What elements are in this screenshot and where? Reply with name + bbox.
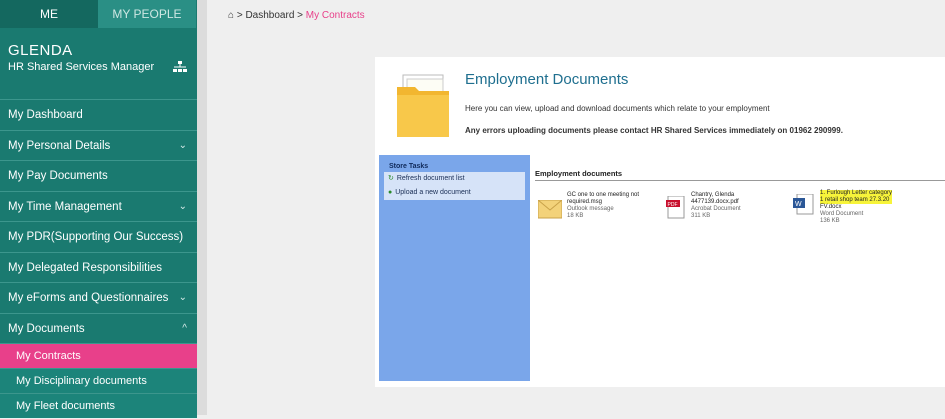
org-chart-icon[interactable] (173, 61, 187, 73)
user-role: HR Shared Services Manager (8, 61, 155, 73)
envelope-icon (538, 200, 562, 219)
sidebar-item-my-pay-documents[interactable]: My Pay Documents (0, 160, 197, 191)
breadcrumb-dashboard[interactable]: Dashboard (245, 10, 294, 21)
sidebar-item-my-time-management[interactable]: My Time Management ⌄ (0, 190, 197, 222)
sidebar-item-my-pdr[interactable]: My PDR(Supporting Our Success) (0, 221, 197, 252)
file-type: Acrobat Document (691, 206, 741, 212)
file-size: 136 KB (820, 218, 840, 224)
sidebar-item-label: My Delegated Responsibilities (8, 261, 163, 274)
error-contact-notice: Any errors uploading documents please co… (465, 126, 843, 135)
file-name: GC one to one meeting not (567, 192, 640, 198)
home-icon[interactable]: ⌂ (228, 10, 234, 21)
sidebar-item-label: My Time Management (8, 200, 122, 213)
sidebar: ME MY PEOPLE GLENDA HR Shared Services M… (0, 0, 197, 418)
sidebar-item-label: My Dashboard (8, 109, 83, 121)
file-type: Word Document (820, 211, 864, 217)
sidebar-item-label: My Personal Details (8, 139, 111, 152)
file-name: Chantry, Glenda (691, 192, 735, 198)
file-item[interactable]: W 1. Furlough Letter category 1 retail s… (793, 190, 893, 225)
svg-text:W: W (795, 201, 802, 208)
file-item[interactable]: GC one to one meeting not required.msg O… (538, 192, 639, 220)
refresh-document-list-button[interactable]: ↻ Refresh document list (384, 172, 525, 186)
page-title: Employment Documents (465, 71, 629, 88)
sidebar-nav: My Dashboard My Personal Details ⌄ My Pay… (0, 99, 197, 418)
refresh-icon: ↻ (388, 175, 394, 182)
file-name: FV.docx (820, 204, 842, 210)
chevron-down-icon: ⌄ (178, 139, 187, 151)
sidebar-item-my-delegated-responsibilities[interactable]: My Delegated Responsibilities (0, 251, 197, 283)
file-name: required.msg (567, 199, 603, 205)
chevron-up-icon: ^ (182, 322, 187, 334)
user-name: GLENDA (8, 42, 73, 59)
employment-documents-panel: Employment Documents Here you can view, … (375, 57, 945, 387)
sidebar-item-my-contracts[interactable]: My Contracts (0, 343, 197, 368)
file-item[interactable]: PDF Chantry, Glenda 4477139.docx.pdf Acr… (666, 192, 741, 220)
sidebar-scrollbar[interactable] (197, 0, 207, 415)
sidebar-tabs: ME MY PEOPLE (0, 0, 197, 28)
page-description: Here you can view, upload and download d… (465, 104, 770, 113)
file-name: 4477139.docx.pdf (691, 199, 739, 205)
file-info: GC one to one meeting not required.msg O… (567, 192, 639, 220)
file-info: Chantry, Glenda 4477139.docx.pdf Acrobat… (691, 192, 741, 220)
sidebar-item-label: My Pay Documents (8, 170, 108, 182)
sidebar-item-my-personal-details[interactable]: My Personal Details ⌄ (0, 129, 197, 161)
documents-section-title: Employment documents (535, 169, 623, 178)
file-name: 1. Furlough Letter category (820, 190, 893, 197)
chevron-down-icon: ⌄ (178, 292, 187, 303)
svg-text:PDF: PDF (668, 202, 678, 208)
pdf-icon: PDF (666, 196, 685, 219)
sidebar-item-my-documents[interactable]: My Documents ^ (0, 312, 197, 344)
sidebar-item-my-eforms[interactable]: My eForms and Questionnaires ⌄ (0, 282, 197, 313)
tab-me[interactable]: ME (0, 0, 98, 28)
divider (535, 180, 945, 181)
task-label: Upload a new document (395, 189, 471, 196)
breadcrumb-current: My Contracts (305, 10, 365, 21)
file-size: 311 KB (691, 213, 711, 219)
word-icon: W (793, 194, 814, 215)
task-label: Refresh document list (396, 175, 465, 182)
store-tasks-pane: Store Tasks ↻ Refresh document list ● Up… (379, 155, 530, 381)
user-role-row: HR Shared Services Manager (0, 59, 197, 73)
sidebar-item-my-disciplinary-documents[interactable]: My Disciplinary documents (0, 368, 197, 393)
breadcrumb: ⌂ > Dashboard > My Contracts (228, 10, 365, 21)
upload-document-button[interactable]: ● Upload a new document (384, 186, 525, 200)
sidebar-item-my-dashboard[interactable]: My Dashboard (0, 99, 197, 130)
sidebar-item-label: My PDR(Supporting Our Success) (8, 231, 184, 243)
chevron-down-icon: ⌄ (178, 200, 187, 212)
globe-upload-icon: ● (388, 189, 393, 196)
tab-my-people[interactable]: MY PEOPLE (98, 0, 196, 28)
breadcrumb-separator: > (297, 10, 303, 21)
file-info: 1. Furlough Letter category 1 retail sho… (820, 190, 893, 225)
file-size: 18 KB (567, 213, 584, 219)
file-name: 1 retail shop team 27.3.20 (820, 197, 893, 204)
folder-icon (397, 74, 449, 137)
sidebar-item-label: My Documents (8, 322, 85, 335)
breadcrumb-separator: > (236, 10, 243, 21)
sidebar-item-my-fleet-documents[interactable]: My Fleet documents (0, 393, 197, 418)
file-type: Outlook message (567, 206, 614, 212)
store-tasks-title: Store Tasks (389, 163, 429, 170)
sidebar-item-label: My eForms and Questionnaires (8, 292, 169, 304)
